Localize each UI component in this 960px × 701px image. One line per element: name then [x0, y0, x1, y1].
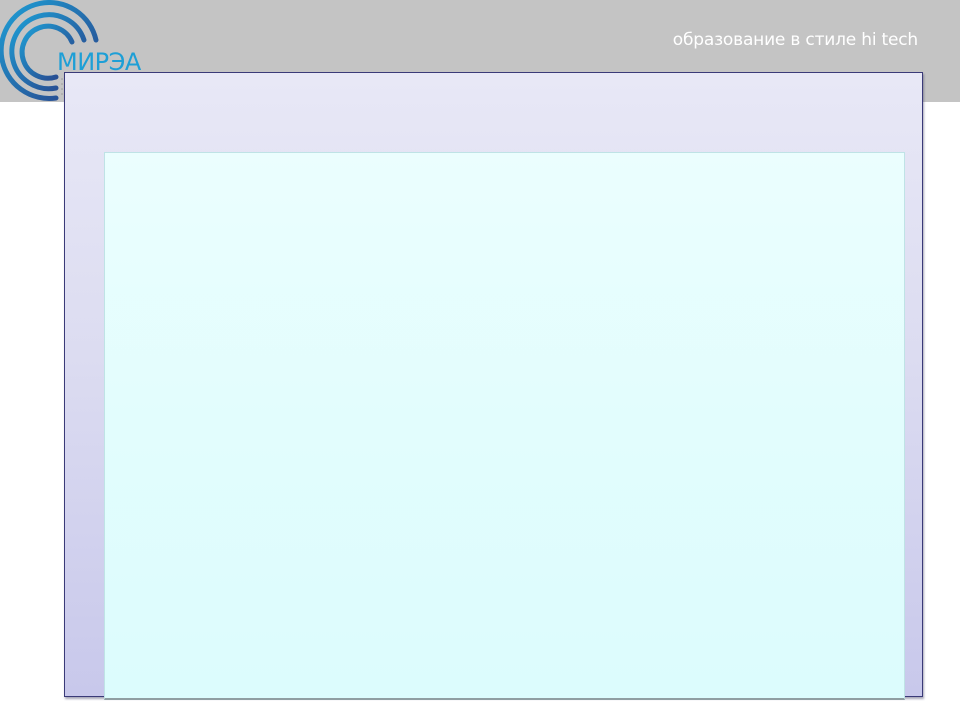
header-tagline: образование в стиле hi tech: [672, 30, 918, 50]
slide-page: МИРЭА образование в стиле hi tech: [0, 0, 960, 701]
inner-content-panel: [104, 152, 905, 700]
